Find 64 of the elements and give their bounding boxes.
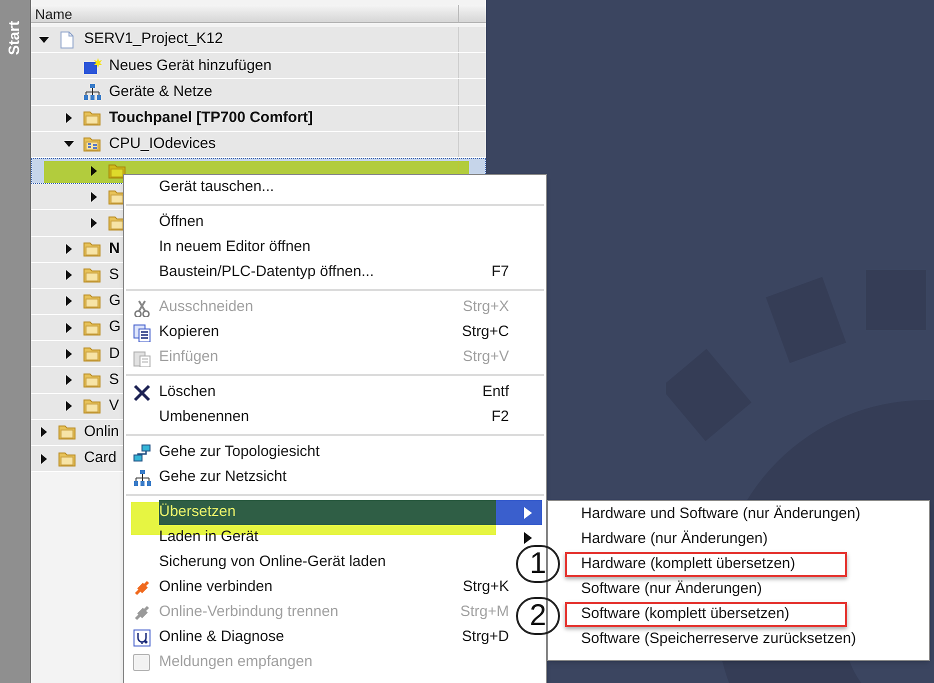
copy-icon — [132, 324, 150, 342]
plug-icon — [132, 578, 150, 596]
menu-item[interactable]: Online & Diagnose Strg+D — [159, 625, 515, 650]
tree-item-label: G — [109, 317, 121, 338]
submenu-arrow-icon — [524, 532, 532, 544]
menu-item[interactable]: Öffnen — [159, 210, 515, 235]
tree-item[interactable]: CPU_IOdevices — [31, 132, 486, 158]
submenu-item[interactable]: Software (komplett übersetzen) — [565, 602, 847, 627]
delete-icon — [132, 384, 150, 402]
tree-item-label: G — [109, 291, 121, 312]
tree-item-label: N — [109, 238, 120, 259]
folder-icon — [83, 135, 103, 154]
diagnostics-icon — [132, 628, 150, 646]
tree-item-label: S — [109, 265, 120, 286]
tree-item[interactable]: Geräte & Netze — [31, 79, 486, 106]
menu-item[interactable]: Übersetzen — [159, 500, 542, 525]
folder-icon — [83, 397, 103, 416]
clipboard-icon — [132, 348, 150, 366]
tree-item-label: D — [109, 344, 120, 364]
menu-item[interactable]: Sicherung von Online-Gerät laden — [159, 550, 515, 575]
submenu-item[interactable]: Software (Speicherreserve zurücksetzen) — [565, 627, 905, 652]
menu-item[interactable]: Umbenennen F2 — [159, 405, 515, 430]
tree-item-label: Neues Gerät hinzufügen — [109, 56, 272, 76]
tree-item-label: S — [109, 370, 120, 390]
folder-icon — [83, 109, 103, 128]
tree-item[interactable]: Neues Gerät hinzufügen — [31, 53, 486, 80]
folder-icon — [58, 423, 78, 442]
tree-item-label: Card — [84, 448, 117, 468]
menu-item[interactable]: Gerät tauschen... — [159, 175, 515, 200]
folder-icon — [83, 371, 103, 390]
menu-item[interactable]: Online verbinden Strg+K — [159, 575, 515, 600]
tree-item[interactable]: Touchpanel [TP700 Comfort] — [31, 106, 486, 132]
menu-item[interactable]: Kopieren Strg+C — [159, 320, 515, 345]
submenu-item[interactable]: Software (nur Änderungen) — [565, 577, 905, 602]
folder-icon — [58, 450, 78, 468]
tree-item-label: SERV1_Project_K12 — [84, 29, 223, 50]
submenu-item[interactable]: Hardware (komplett übersetzen) — [565, 552, 847, 577]
menu-item[interactable]: Gehe zur Netzsicht — [159, 465, 515, 490]
menu-item[interactable]: Gehe zur Topologiesicht — [159, 440, 515, 465]
tree-item[interactable]: SERV1_Project_K12 — [31, 27, 486, 54]
folder-icon — [83, 292, 103, 310]
callout-number: 2 — [516, 597, 560, 635]
folder-icon — [83, 266, 103, 284]
topology-icon — [132, 444, 150, 462]
menu-item[interactable]: In neuem Editor öffnen — [159, 235, 515, 260]
network-icon — [83, 82, 103, 101]
network-icon — [132, 468, 150, 486]
folder-icon — [83, 344, 103, 363]
submenu-arrow-icon — [524, 506, 532, 518]
tree-item-label: Touchpanel [TP700 Comfort] — [109, 108, 313, 128]
folder-icon — [83, 240, 103, 258]
tree-item-label: CPU_IOdevices — [109, 134, 216, 154]
callout-number: 1 — [516, 545, 560, 583]
plug-icon — [132, 604, 150, 622]
menu-item[interactable]: Baustein/PLC-Datentyp öffnen... F7 — [159, 260, 515, 285]
menu-item[interactable]: Löschen Entf — [159, 380, 515, 405]
submenu-item[interactable]: Hardware und Software (nur Änderungen) — [565, 502, 905, 527]
folder-icon — [83, 318, 103, 337]
submenu-item[interactable]: Hardware (nur Änderungen) — [565, 527, 905, 552]
add-device-icon — [83, 56, 103, 75]
tree-item-label: V — [109, 396, 120, 416]
tree-item-label: Geräte & Netze — [109, 82, 212, 102]
scissors-icon — [132, 298, 150, 316]
tree-item-label: Onlin — [84, 422, 120, 442]
